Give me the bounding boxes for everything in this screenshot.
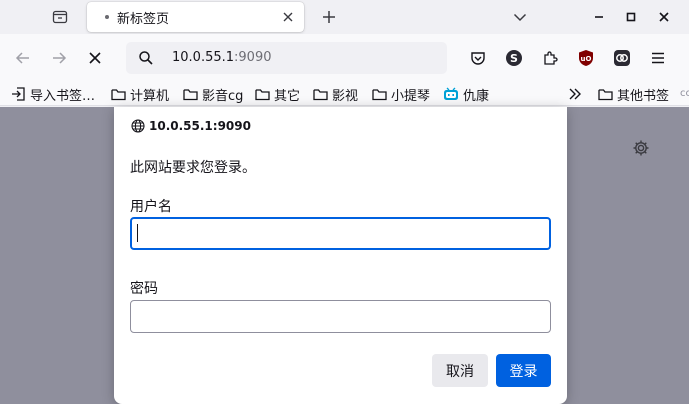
svg-text:uO: uO	[581, 55, 592, 63]
address-bar[interactable]: 10.0.55.1:9090	[126, 42, 447, 74]
arrow-right-icon	[53, 52, 67, 64]
bookmark-label: 其它	[274, 88, 301, 104]
arrow-left-icon	[15, 52, 29, 64]
cancel-button[interactable]: 取消	[432, 354, 488, 387]
minimize-button[interactable]	[586, 4, 612, 30]
close-icon	[283, 12, 293, 22]
tab-title: 新标签页	[117, 11, 170, 27]
bookmarks-overflow-button[interactable]	[568, 84, 586, 104]
extensions-button[interactable]	[538, 46, 562, 70]
folder-icon	[313, 88, 328, 100]
stop-x-icon	[89, 52, 101, 64]
bilibili-icon	[444, 87, 458, 100]
globe-icon	[131, 119, 145, 133]
account-button[interactable]: S	[502, 46, 526, 70]
login-button[interactable]: 登录	[496, 354, 551, 387]
list-all-tabs-button[interactable]	[508, 4, 532, 30]
close-icon	[659, 12, 669, 22]
close-window-button[interactable]	[651, 4, 677, 30]
minimize-icon	[595, 16, 603, 18]
puzzle-icon	[544, 51, 558, 65]
extension-button[interactable]	[610, 46, 634, 70]
import-icon	[12, 87, 25, 101]
bookmark-label: 导入书签…	[30, 88, 96, 104]
extension-icon	[614, 50, 630, 66]
folder-icon	[111, 88, 126, 100]
account-avatar-icon: S	[506, 50, 522, 66]
stop-button[interactable]	[81, 44, 109, 72]
chevron-down-icon	[513, 13, 527, 22]
pocket-icon	[471, 52, 485, 65]
url-host: 10.0.55.1	[172, 50, 235, 65]
username-label: 用户名	[130, 199, 172, 215]
settings-button[interactable]	[630, 137, 652, 159]
bookmark-folder[interactable]: 影视	[313, 84, 358, 104]
bookmark-label: 影音cg	[202, 88, 244, 104]
bookmark-import[interactable]: 导入书签…	[11, 84, 95, 104]
bookmarks-toolbar: 导入书签… 计算机 影音cg 其它 影视 小提琴 仇康 其他书签	[0, 82, 689, 106]
search-icon	[139, 51, 153, 65]
navigation-toolbar: 10.0.55.1:9090 S uO	[0, 34, 689, 82]
chevron-double-right-icon	[569, 88, 581, 100]
bookmark-label: 小提琴	[391, 88, 431, 104]
hamburger-menu-icon	[652, 52, 664, 64]
tab-loading-dot	[105, 15, 109, 19]
maximize-icon	[626, 12, 636, 22]
forward-button[interactable]	[45, 44, 73, 72]
folder-icon	[598, 88, 613, 100]
bookmark-folder[interactable]: 小提琴	[372, 84, 430, 104]
gear-icon	[633, 140, 649, 156]
ublock-origin-button[interactable]: uO	[574, 46, 598, 70]
folder-icon	[372, 88, 387, 100]
dialog-origin: 10.0.55.1:9090	[131, 119, 251, 133]
other-bookmarks-folder[interactable]: 其他书签	[598, 84, 669, 104]
pocket-button[interactable]	[466, 46, 490, 70]
username-input[interactable]	[130, 217, 551, 250]
folder-icon	[255, 88, 270, 100]
dialog-origin-text: 10.0.55.1:9090	[149, 119, 251, 133]
bookmark-label: 影视	[332, 88, 359, 104]
tab-close-button[interactable]	[280, 9, 296, 25]
bookmark-link[interactable]: 仇康	[443, 84, 489, 104]
edge-text: cc	[680, 88, 689, 99]
back-button[interactable]	[9, 44, 37, 72]
password-input[interactable]	[130, 300, 551, 333]
bookmark-label: 计算机	[130, 88, 170, 104]
folder-icon	[183, 88, 198, 100]
bookmark-folder[interactable]: 计算机	[111, 84, 169, 104]
firefox-view-button[interactable]	[46, 4, 74, 30]
url-port: :9090	[234, 50, 272, 65]
url-text: 10.0.55.1:9090	[172, 50, 272, 65]
bookmark-label: 其他书签	[617, 88, 670, 104]
password-label: 密码	[130, 281, 158, 297]
tab-new-tab[interactable]: 新标签页	[87, 2, 304, 32]
app-menu-button[interactable]	[646, 46, 670, 70]
svg-text:S: S	[510, 52, 518, 65]
new-tab-button[interactable]	[316, 4, 342, 30]
bookmark-label: 仇康	[463, 88, 490, 104]
maximize-button[interactable]	[618, 4, 644, 30]
login-dialog: 10.0.55.1:9090 此网站要求您登录。 用户名 密码 取消 登录	[114, 107, 567, 404]
text-caret	[137, 224, 138, 242]
ublock-shield-icon: uO	[579, 50, 593, 66]
plus-icon	[323, 11, 335, 23]
bookmark-folder[interactable]: 其它	[255, 84, 300, 104]
bookmark-folder[interactable]: 影音cg	[183, 84, 243, 104]
tab-strip: 新标签页	[0, 0, 689, 34]
dialog-message: 此网站要求您登录。	[130, 160, 256, 176]
firefox-view-icon	[52, 10, 68, 24]
